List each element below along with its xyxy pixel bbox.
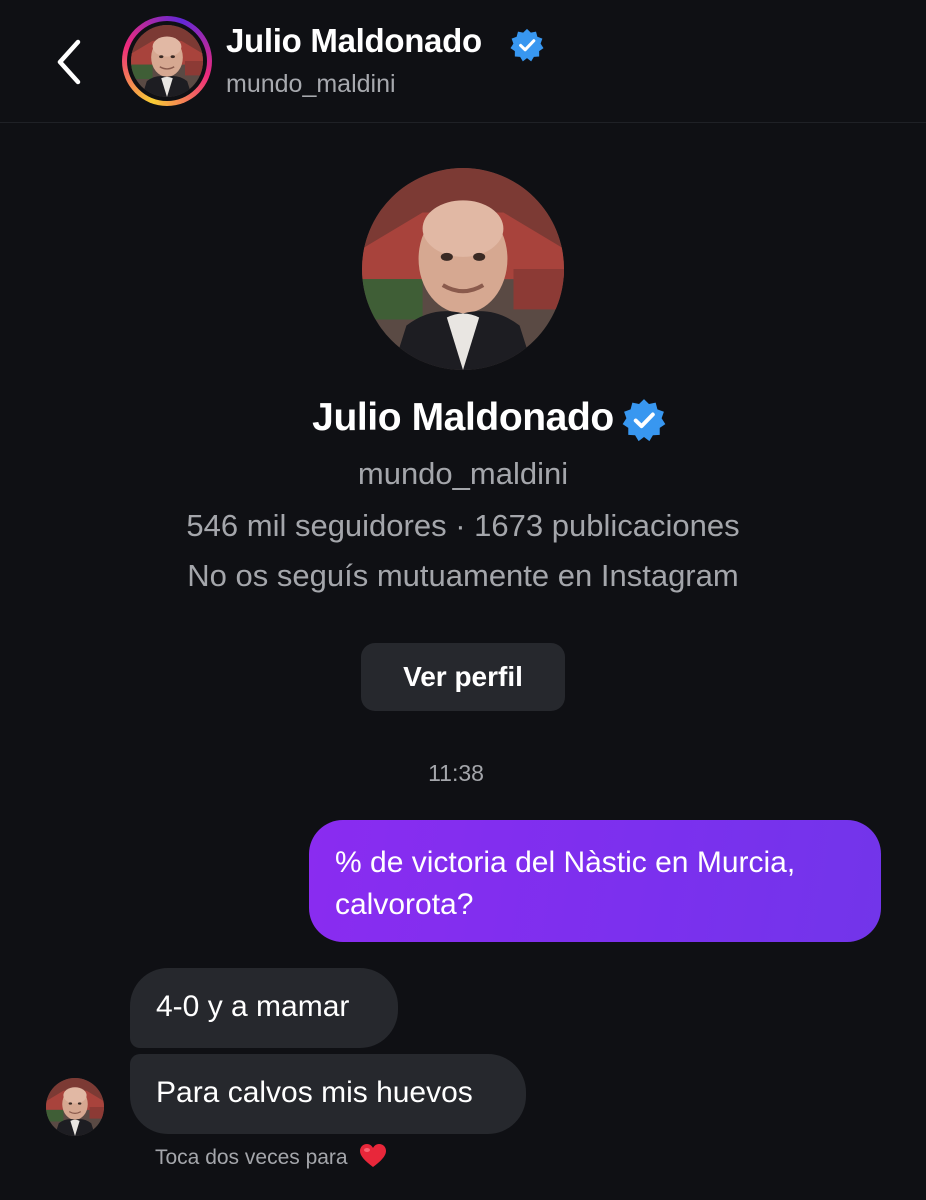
- header-avatar[interactable]: [122, 16, 212, 106]
- profile-avatar[interactable]: [362, 168, 564, 370]
- chevron-left-icon: [57, 39, 81, 85]
- verified-badge-icon: [622, 398, 666, 442]
- view-profile-button[interactable]: Ver perfil: [361, 643, 565, 711]
- avatar-photo: [131, 25, 203, 97]
- double-tap-hint: Toca dos veces para: [155, 1143, 387, 1170]
- header-name[interactable]: Julio Maldonado: [226, 22, 482, 60]
- profile-name: Julio Maldonado: [312, 396, 614, 439]
- incoming-message[interactable]: Para calvos mis huevos: [130, 1054, 526, 1134]
- header-username[interactable]: mundo_maldini: [226, 70, 396, 99]
- chat-header: Julio Maldonado mundo_maldini: [0, 0, 926, 123]
- outgoing-message[interactable]: % de victoria del Nàstic en Murcia, calv…: [309, 820, 881, 942]
- verified-badge-icon: [510, 28, 544, 62]
- profile-username: mundo_maldini: [357, 456, 569, 491]
- sender-avatar[interactable]: [46, 1078, 104, 1136]
- incoming-message[interactable]: 4-0 y a mamar: [130, 968, 398, 1048]
- avatar-ring-gap: [127, 21, 207, 101]
- mutual-follow-status: No os seguís mutuamente en Instagram: [187, 558, 739, 593]
- profile-stats: 546 mil seguidores · 1673 publicaciones: [186, 508, 740, 543]
- message-timestamp: 11:38: [428, 760, 484, 786]
- back-button[interactable]: [48, 34, 92, 90]
- heart-icon: [360, 1144, 387, 1167]
- double-tap-hint-text: Toca dos veces para: [155, 1146, 348, 1169]
- profile-name-row: Julio Maldonado: [0, 396, 926, 440]
